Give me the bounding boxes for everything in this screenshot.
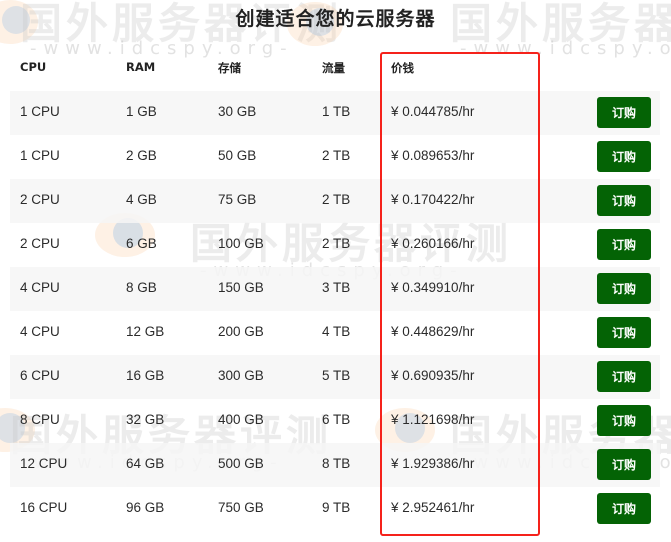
order-button[interactable]: 订购 <box>597 273 651 304</box>
table-row: 6 CPU 16 GB 300 GB 5 TB ¥ 0.690935/hr 订购 <box>10 355 660 399</box>
cell-traffic: 8 TB <box>322 456 351 471</box>
cell-storage: 100 GB <box>218 236 264 251</box>
cell-storage: 750 GB <box>218 500 264 515</box>
cell-cpu: 16 CPU <box>20 500 68 515</box>
table-row: 1 CPU 2 GB 50 GB 2 TB ¥ 0.089653/hr 订购 <box>10 135 660 179</box>
cell-traffic: 6 TB <box>322 412 351 427</box>
cell-traffic: 3 TB <box>322 280 351 295</box>
cell-ram: 12 GB <box>126 324 165 339</box>
cell-traffic: 5 TB <box>322 368 351 383</box>
cell-traffic: 2 TB <box>322 236 351 251</box>
cell-ram: 16 GB <box>126 368 165 383</box>
cell-ram: 1 GB <box>126 104 157 119</box>
cell-storage: 150 GB <box>218 280 264 295</box>
cell-ram: 4 GB <box>126 192 157 207</box>
watermark-url: -www.idcspy.org- <box>460 38 671 59</box>
cell-price: ¥ 0.448629/hr <box>391 324 475 339</box>
cell-traffic: 9 TB <box>322 500 351 515</box>
watermark-url: -www.idcspy.org- <box>30 38 294 59</box>
table-header: CPU RAM 存储 流量 价钱 <box>10 60 660 80</box>
table-row: 2 CPU 4 GB 75 GB 2 TB ¥ 0.170422/hr 订购 <box>10 179 660 223</box>
cell-price: ¥ 2.952461/hr <box>391 500 475 515</box>
order-button[interactable]: 订购 <box>597 229 651 260</box>
cell-ram: 64 GB <box>126 456 165 471</box>
cell-traffic: 4 TB <box>322 324 351 339</box>
cell-price: ¥ 0.690935/hr <box>391 368 475 383</box>
cell-storage: 400 GB <box>218 412 264 427</box>
table-row: 4 CPU 8 GB 150 GB 3 TB ¥ 0.349910/hr 订购 <box>10 267 660 311</box>
table-row: 1 CPU 1 GB 30 GB 1 TB ¥ 0.044785/hr 订购 <box>10 91 660 135</box>
cell-cpu: 8 CPU <box>20 412 60 427</box>
cell-ram: 6 GB <box>126 236 157 251</box>
table-row: 16 CPU 96 GB 750 GB 9 TB ¥ 2.952461/hr 订… <box>10 487 660 531</box>
cell-price: ¥ 0.089653/hr <box>391 148 475 163</box>
header-price: 价钱 <box>391 61 414 75</box>
order-button[interactable]: 订购 <box>597 185 651 216</box>
cell-traffic: 2 TB <box>322 192 351 207</box>
table-row: 8 CPU 32 GB 400 GB 6 TB ¥ 1.121698/hr 订购 <box>10 399 660 443</box>
plan-table: 1 CPU 1 GB 30 GB 1 TB ¥ 0.044785/hr 订购 1… <box>10 91 660 531</box>
cell-storage: 75 GB <box>218 192 257 207</box>
header-storage: 存储 <box>218 61 241 75</box>
cell-price: ¥ 0.170422/hr <box>391 192 475 207</box>
cell-traffic: 1 TB <box>322 104 351 119</box>
table-row: 12 CPU 64 GB 500 GB 8 TB ¥ 1.929386/hr 订… <box>10 443 660 487</box>
cell-cpu: 1 CPU <box>20 148 60 163</box>
cell-ram: 32 GB <box>126 412 165 427</box>
cell-cpu: 1 CPU <box>20 104 60 119</box>
cell-ram: 96 GB <box>126 500 165 515</box>
cell-cpu: 6 CPU <box>20 368 60 383</box>
cell-cpu: 2 CPU <box>20 236 60 251</box>
table-row: 4 CPU 12 GB 200 GB 4 TB ¥ 0.448629/hr 订购 <box>10 311 660 355</box>
header-traffic: 流量 <box>322 61 345 75</box>
table-row: 2 CPU 6 GB 100 GB 2 TB ¥ 0.260166/hr 订购 <box>10 223 660 267</box>
cell-price: ¥ 0.044785/hr <box>391 104 475 119</box>
order-button[interactable]: 订购 <box>597 97 651 128</box>
header-cpu: CPU <box>20 60 47 74</box>
order-button[interactable]: 订购 <box>597 449 651 480</box>
cell-price: ¥ 1.121698/hr <box>391 412 475 427</box>
cell-cpu: 4 CPU <box>20 324 60 339</box>
cell-storage: 300 GB <box>218 368 264 383</box>
order-button[interactable]: 订购 <box>597 141 651 172</box>
cell-storage: 200 GB <box>218 324 264 339</box>
cell-cpu: 4 CPU <box>20 280 60 295</box>
cell-traffic: 2 TB <box>322 148 351 163</box>
cell-price: ¥ 0.260166/hr <box>391 236 475 251</box>
order-button[interactable]: 订购 <box>597 317 651 348</box>
cell-price: ¥ 0.349910/hr <box>391 280 475 295</box>
cell-ram: 8 GB <box>126 280 157 295</box>
header-ram: RAM <box>126 60 156 74</box>
cell-cpu: 12 CPU <box>20 456 68 471</box>
cell-storage: 30 GB <box>218 104 257 119</box>
cell-cpu: 2 CPU <box>20 192 60 207</box>
page-title: 创建适合您的云服务器 <box>235 8 436 30</box>
cell-storage: 50 GB <box>218 148 257 163</box>
cell-ram: 2 GB <box>126 148 157 163</box>
order-button[interactable]: 订购 <box>597 405 651 436</box>
cell-price: ¥ 1.929386/hr <box>391 456 475 471</box>
cell-storage: 500 GB <box>218 456 264 471</box>
order-button[interactable]: 订购 <box>597 493 651 524</box>
order-button[interactable]: 订购 <box>597 361 651 392</box>
